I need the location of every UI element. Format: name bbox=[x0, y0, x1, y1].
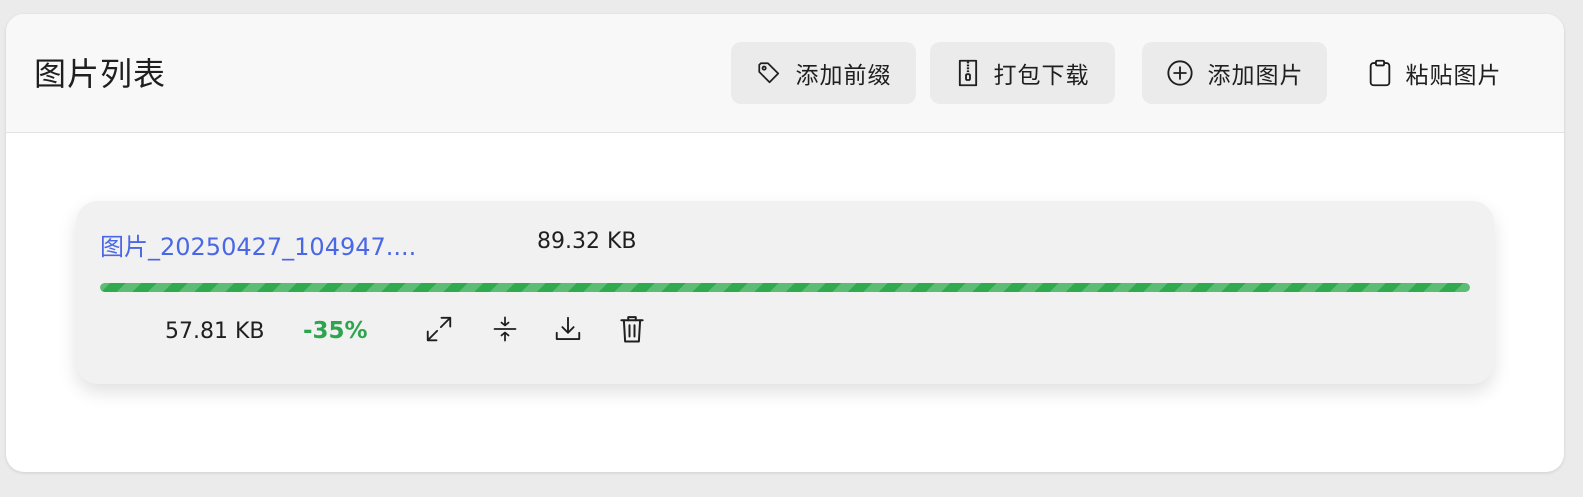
download-button[interactable] bbox=[551, 314, 585, 348]
page-title: 图片列表 bbox=[34, 55, 167, 93]
compress-icon bbox=[491, 314, 519, 348]
panel-header: 图片列表 添加前缀 打包下载 添加图片 粘贴图片 bbox=[6, 14, 1564, 133]
progress-fill bbox=[100, 283, 1470, 292]
image-list-panel: 图片列表 添加前缀 打包下载 添加图片 粘贴图片 图片_20250427_104… bbox=[6, 14, 1564, 472]
add-image-button[interactable]: 添加图片 bbox=[1142, 42, 1327, 104]
compression-progress-bar bbox=[100, 283, 1470, 292]
plus-circle-icon bbox=[1166, 59, 1194, 87]
image-file-card: 图片_20250427_104947.... 89.32 KB 57.81 KB… bbox=[76, 201, 1494, 384]
zip-file-icon bbox=[956, 59, 980, 87]
delete-button[interactable] bbox=[615, 314, 649, 348]
compress-button[interactable] bbox=[488, 314, 522, 348]
zip-download-label: 打包下载 bbox=[993, 63, 1090, 89]
clipboard-icon bbox=[1368, 59, 1392, 87]
trash-icon bbox=[619, 314, 645, 348]
expand-button[interactable] bbox=[422, 314, 456, 348]
reduction-ratio: -35% bbox=[303, 318, 368, 344]
zip-download-button[interactable]: 打包下载 bbox=[930, 42, 1115, 104]
paste-image-label: 粘贴图片 bbox=[1405, 63, 1502, 89]
original-size: 89.32 KB bbox=[537, 229, 637, 254]
paste-image-button[interactable]: 粘贴图片 bbox=[1342, 42, 1527, 104]
add-image-label: 添加图片 bbox=[1207, 63, 1304, 89]
expand-icon bbox=[424, 314, 454, 348]
tag-icon bbox=[756, 60, 782, 86]
download-icon bbox=[553, 314, 583, 348]
add-prefix-label: 添加前缀 bbox=[795, 63, 892, 89]
add-prefix-button[interactable]: 添加前缀 bbox=[731, 42, 916, 104]
compressed-size: 57.81 KB bbox=[165, 319, 265, 344]
file-name-link[interactable]: 图片_20250427_104947.... bbox=[100, 227, 416, 262]
